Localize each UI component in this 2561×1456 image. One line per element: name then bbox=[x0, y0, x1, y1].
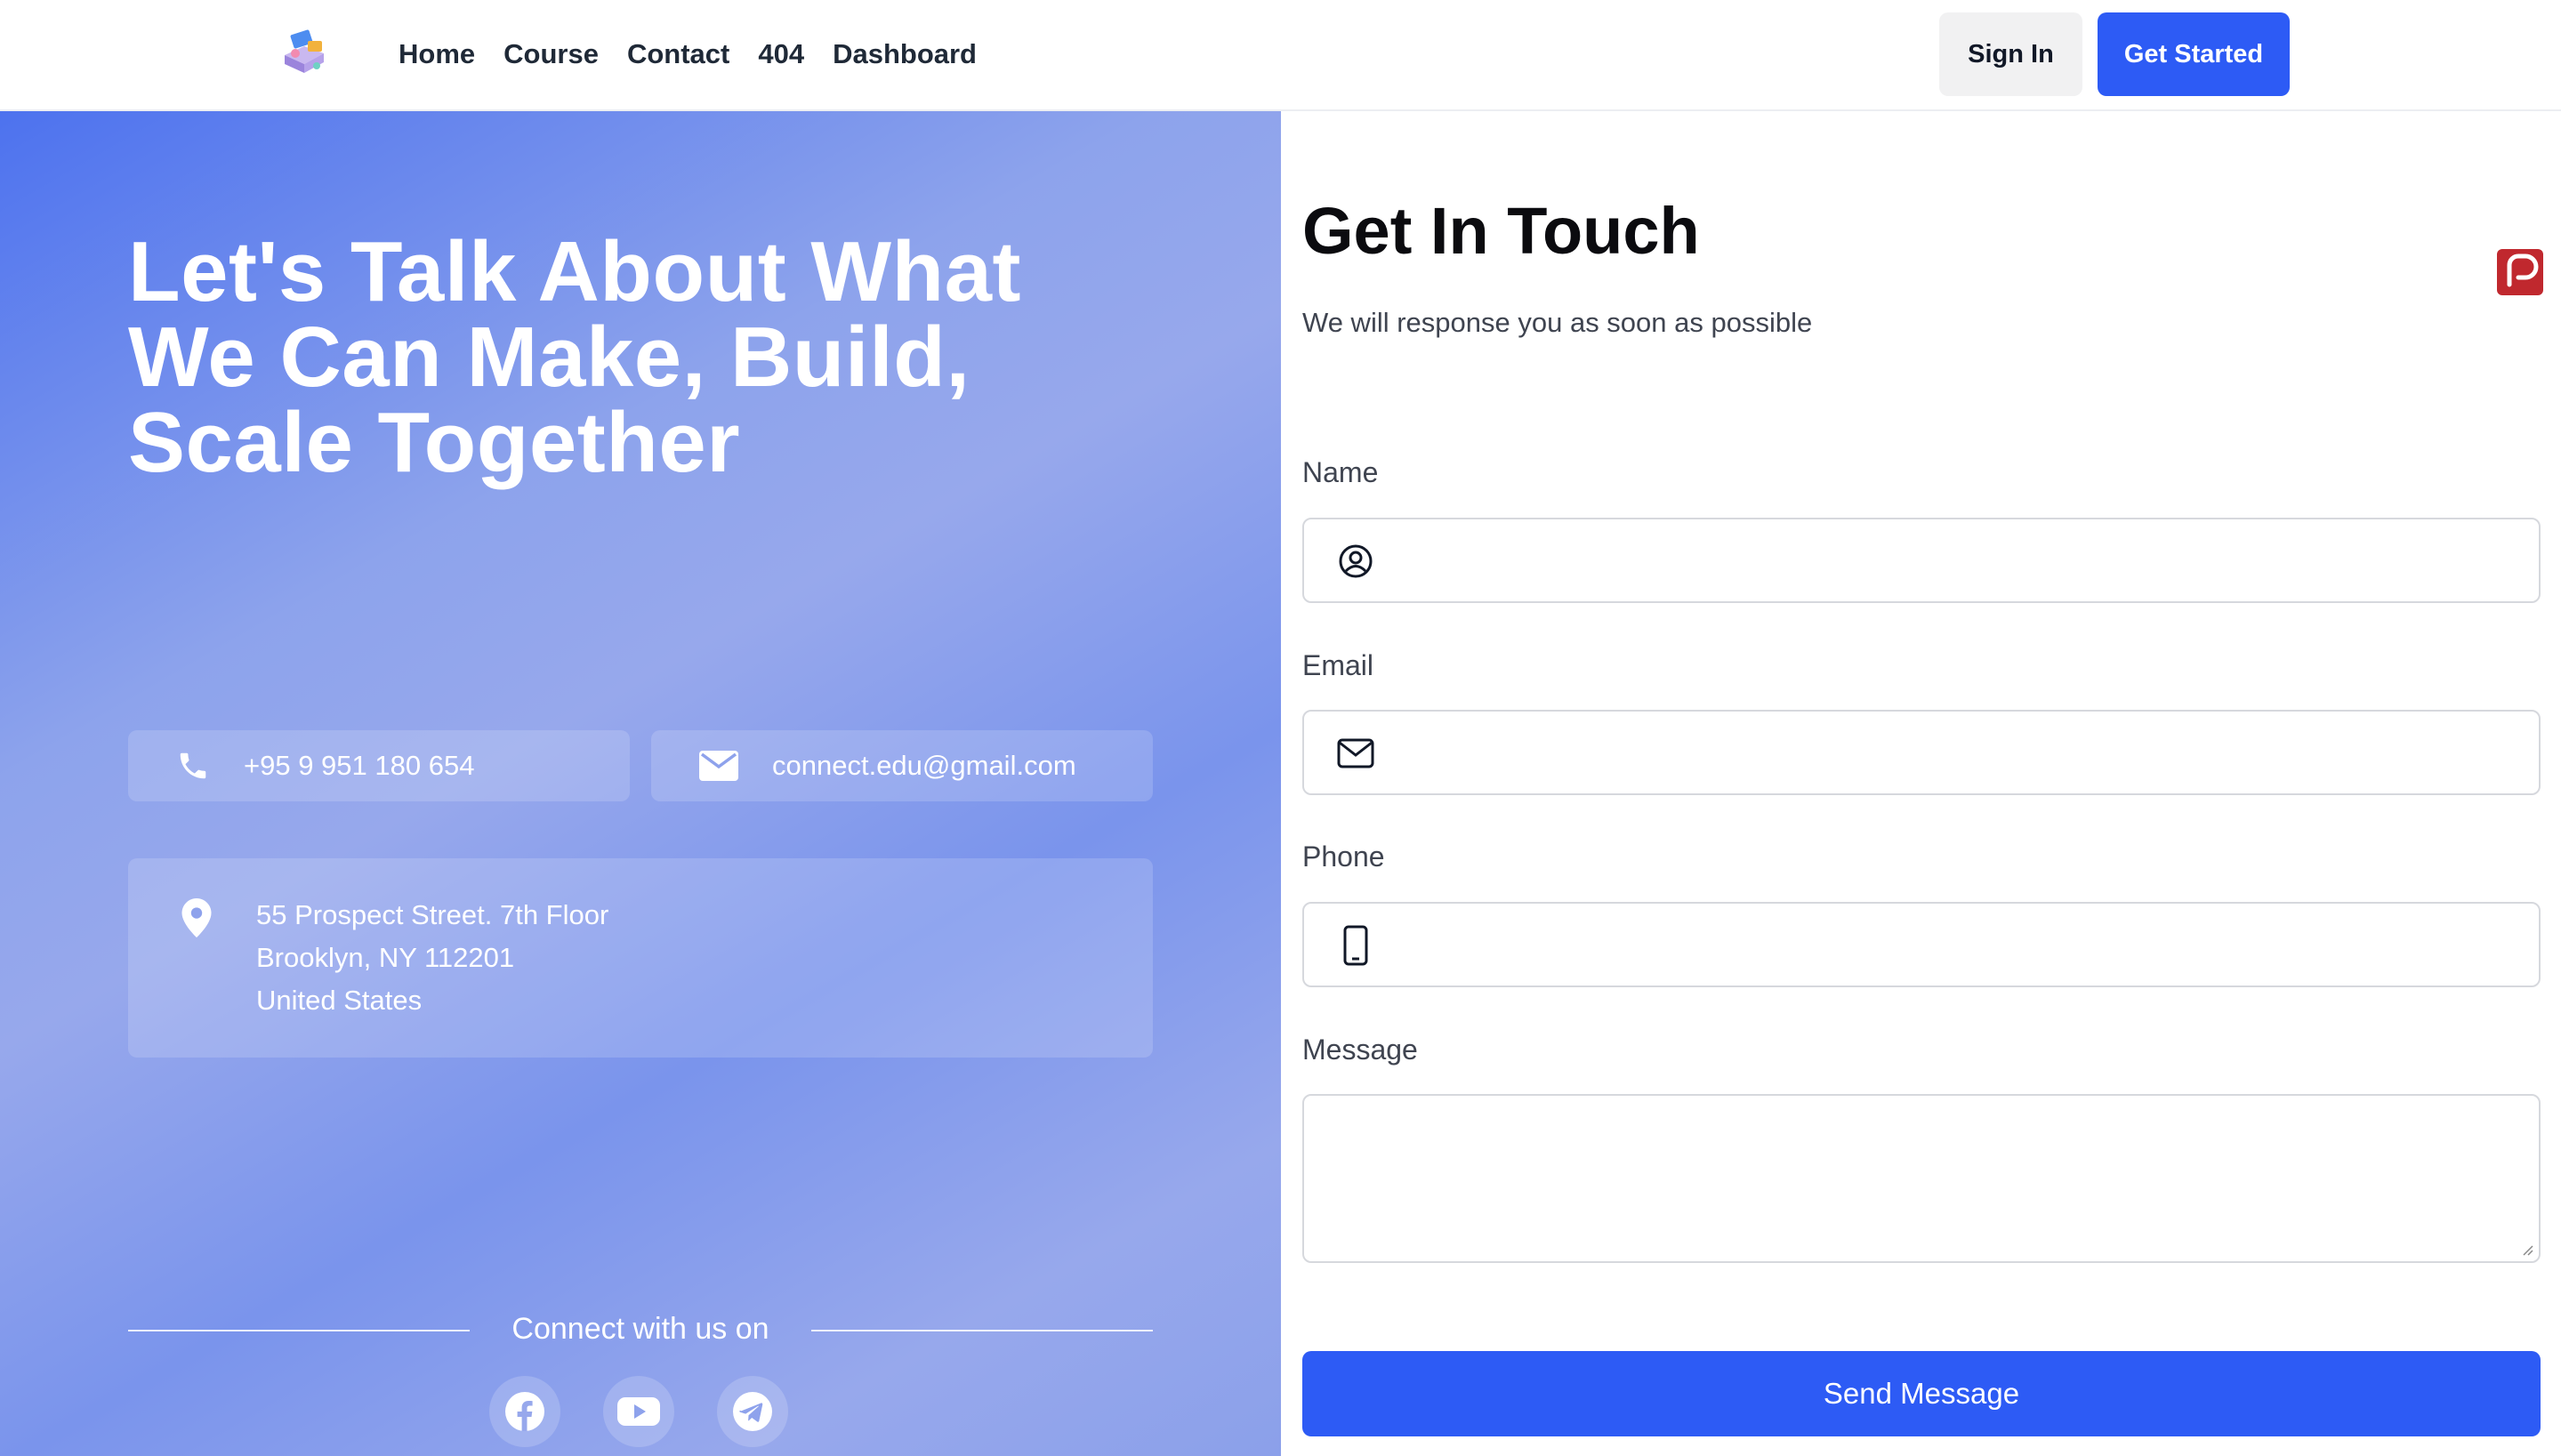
phone-card[interactable]: +95 9 951 180 654 bbox=[128, 730, 630, 801]
contact-form-panel: Get In Touch We will response you as soo… bbox=[1281, 111, 2561, 1456]
facebook-icon bbox=[505, 1392, 544, 1431]
phone-number: +95 9 951 180 654 bbox=[244, 750, 475, 781]
youtube-link[interactable] bbox=[603, 1376, 674, 1447]
get-started-button[interactable]: Get Started bbox=[2098, 12, 2290, 96]
phone-icon bbox=[180, 752, 206, 779]
email-input[interactable] bbox=[1397, 712, 2526, 793]
email-address: connect.edu@gmail.com bbox=[772, 750, 1076, 781]
nav-home[interactable]: Home bbox=[399, 38, 475, 70]
main-nav: Home Course Contact 404 Dashboard bbox=[399, 0, 977, 109]
email-card[interactable]: connect.edu@gmail.com bbox=[651, 730, 1153, 801]
phone-input[interactable] bbox=[1397, 904, 2526, 985]
mail-icon bbox=[699, 751, 738, 781]
phone-field[interactable] bbox=[1302, 902, 2541, 987]
telegram-icon bbox=[733, 1392, 772, 1431]
resize-grip-icon[interactable] bbox=[2519, 1242, 2533, 1256]
address-card: 55 Prospect Street. 7th Floor Brooklyn, … bbox=[128, 858, 1153, 1058]
message-field[interactable] bbox=[1302, 1094, 2541, 1263]
mobile-phone-icon bbox=[1336, 925, 1375, 966]
connect-divider: Connect with us on bbox=[128, 1303, 1153, 1356]
phone-label: Phone bbox=[1302, 841, 1385, 873]
facebook-link[interactable] bbox=[489, 1376, 560, 1447]
message-label: Message bbox=[1302, 1034, 1418, 1066]
youtube-icon bbox=[617, 1397, 660, 1426]
site-logo[interactable] bbox=[278, 27, 336, 82]
form-title: Get In Touch bbox=[1302, 194, 1700, 268]
nav-404[interactable]: 404 bbox=[758, 38, 804, 70]
divider-line-right bbox=[811, 1330, 1153, 1331]
nav-dashboard[interactable]: Dashboard bbox=[833, 38, 977, 70]
envelope-icon bbox=[1336, 734, 1375, 773]
nav-course[interactable]: Course bbox=[503, 38, 599, 70]
hero-title-line-3: Scale Together bbox=[128, 395, 741, 490]
nav-contact[interactable]: Contact bbox=[627, 38, 729, 70]
sign-in-button[interactable]: Sign In bbox=[1939, 12, 2082, 96]
hero-title: Let's Talk About What We Can Make, Build… bbox=[128, 229, 1107, 486]
top-navbar: Home Course Contact 404 Dashboard Sign I… bbox=[0, 0, 2561, 111]
send-message-button[interactable]: Send Message bbox=[1302, 1351, 2541, 1436]
name-input[interactable] bbox=[1397, 519, 2526, 601]
form-subtitle: We will response you as soon as possible bbox=[1302, 307, 1813, 338]
name-label: Name bbox=[1302, 456, 1379, 488]
social-links bbox=[489, 1376, 788, 1447]
address-text: 55 Prospect Street. 7th Floor Brooklyn, … bbox=[256, 894, 608, 1022]
address-line-3: United States bbox=[256, 985, 423, 1016]
contact-hero: Let's Talk About What We Can Make, Build… bbox=[0, 111, 1281, 1456]
email-field[interactable] bbox=[1302, 710, 2541, 795]
email-label: Email bbox=[1302, 649, 1374, 681]
name-field[interactable] bbox=[1302, 518, 2541, 603]
user-circle-icon bbox=[1336, 542, 1375, 581]
telegram-link[interactable] bbox=[717, 1376, 788, 1447]
hero-title-line-1: Let's Talk About What bbox=[128, 224, 1021, 319]
address-line-1: 55 Prospect Street. 7th Floor bbox=[256, 899, 609, 930]
hero-title-line-2: We Can Make, Build, bbox=[128, 310, 970, 405]
address-line-2: Brooklyn, NY 112201 bbox=[256, 942, 515, 973]
location-pin-icon bbox=[181, 898, 212, 937]
extension-badge-icon[interactable] bbox=[2497, 249, 2543, 295]
message-textarea[interactable] bbox=[1304, 1096, 2539, 1261]
